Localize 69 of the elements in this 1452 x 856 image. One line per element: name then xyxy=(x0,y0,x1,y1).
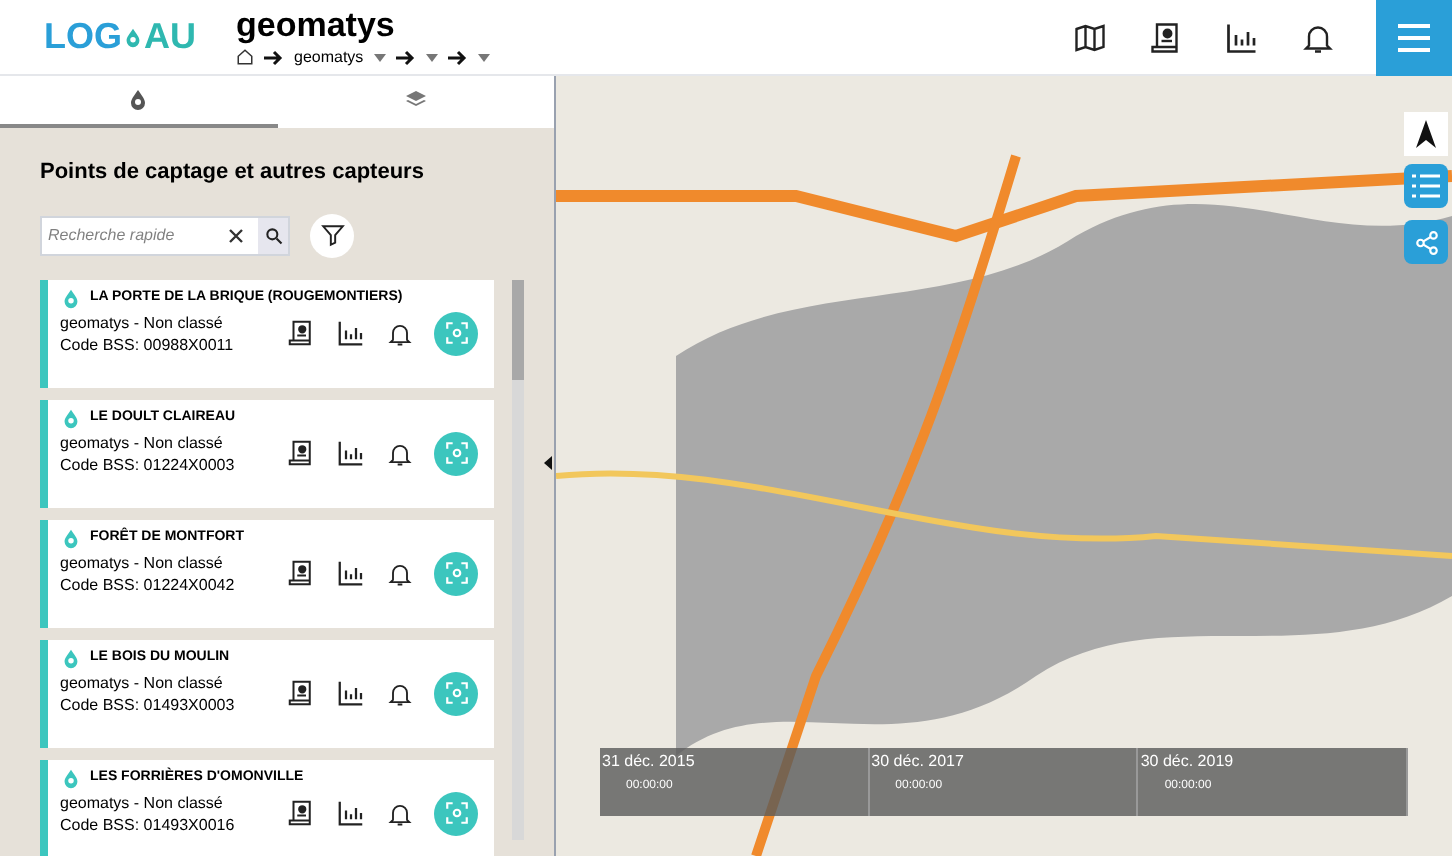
north-arrow-button[interactable] xyxy=(1404,112,1448,156)
station-code: Code BSS: 01224X0042 xyxy=(60,573,237,595)
station-owner: geomatys - Non classé xyxy=(60,431,225,453)
bar-chart-icon[interactable] xyxy=(336,558,366,588)
list-icon xyxy=(1412,174,1440,198)
id-card-icon[interactable] xyxy=(286,678,316,708)
bell-icon[interactable] xyxy=(386,319,414,347)
station-owner: geomatys - Non classé xyxy=(60,551,225,573)
drop-icon xyxy=(126,88,151,112)
bell-icon[interactable] xyxy=(386,799,414,827)
drop-icon xyxy=(60,527,82,549)
home-icon[interactable] xyxy=(236,48,254,66)
drop-icon xyxy=(60,647,82,669)
arrow-icon xyxy=(264,49,284,65)
share-icon xyxy=(1413,229,1439,255)
arrow-icon xyxy=(395,49,416,65)
focus-icon xyxy=(443,800,469,826)
caret-icon[interactable] xyxy=(477,53,490,61)
focus-icon xyxy=(443,440,469,466)
layers-icon xyxy=(403,88,428,112)
drop-icon xyxy=(60,287,82,309)
collapse-icon[interactable] xyxy=(544,456,552,470)
arrow-icon xyxy=(447,49,468,65)
timeline-date: 31 déc. 2015 xyxy=(602,750,697,774)
bar-chart-icon[interactable] xyxy=(336,318,366,348)
bell-icon[interactable] xyxy=(386,679,414,707)
search-icon xyxy=(263,225,283,245)
id-card-icon[interactable] xyxy=(286,318,316,348)
menu-button[interactable] xyxy=(1376,0,1452,75)
scrollbar[interactable] xyxy=(512,279,524,839)
station-code: Code BSS: 01493X0003 xyxy=(60,693,237,715)
search-button[interactable] xyxy=(258,217,288,253)
drop-icon xyxy=(60,407,82,429)
bar-chart-icon[interactable] xyxy=(336,678,366,708)
station-code: Code BSS: 01493X0016 xyxy=(60,813,237,835)
timeline-date: 30 déc. 2019 xyxy=(1140,750,1236,774)
station-owner: geomatys - Non classé xyxy=(60,311,225,333)
id-card-icon[interactable] xyxy=(1148,19,1184,55)
id-card-icon[interactable] xyxy=(286,558,316,588)
filter-icon xyxy=(319,222,345,248)
focus-icon xyxy=(443,320,469,346)
filter-button[interactable] xyxy=(310,213,354,257)
panel-title: Points de captage et autres capteurs xyxy=(40,158,426,188)
station-owner: geomatys - Non classé xyxy=(60,791,225,813)
map-icon[interactable] xyxy=(1072,19,1108,55)
bar-chart-icon[interactable] xyxy=(336,798,366,828)
close-icon[interactable] xyxy=(226,225,246,245)
station-code: Code BSS: 00988X0011 xyxy=(60,333,236,355)
menu-icon xyxy=(1398,23,1430,51)
breadcrumb-link[interactable]: geomatys xyxy=(294,45,364,69)
bell-icon[interactable] xyxy=(386,439,414,467)
focus-icon xyxy=(443,680,469,706)
station-code: Code BSS: 01224X0003 xyxy=(60,453,237,475)
station-owner: geomatys - Non classé xyxy=(60,671,225,693)
caret-icon[interactable] xyxy=(425,53,438,61)
caret-icon[interactable] xyxy=(373,53,386,61)
timeline-date: 30 déc. 2017 xyxy=(871,750,966,774)
bar-chart-icon[interactable] xyxy=(1224,19,1260,55)
page-title: geomatys xyxy=(236,5,397,45)
bar-chart-icon[interactable] xyxy=(336,438,366,468)
drop-icon xyxy=(60,767,82,789)
logo: LOG AU xyxy=(44,14,196,60)
focus-icon xyxy=(443,560,469,586)
north-arrow-icon xyxy=(1416,120,1436,148)
id-card-icon[interactable] xyxy=(286,798,316,828)
id-card-icon[interactable] xyxy=(286,438,316,468)
share-button[interactable] xyxy=(1404,220,1448,264)
search-bar[interactable]: Recherche rapide xyxy=(40,215,290,255)
bell-icon[interactable] xyxy=(386,559,414,587)
